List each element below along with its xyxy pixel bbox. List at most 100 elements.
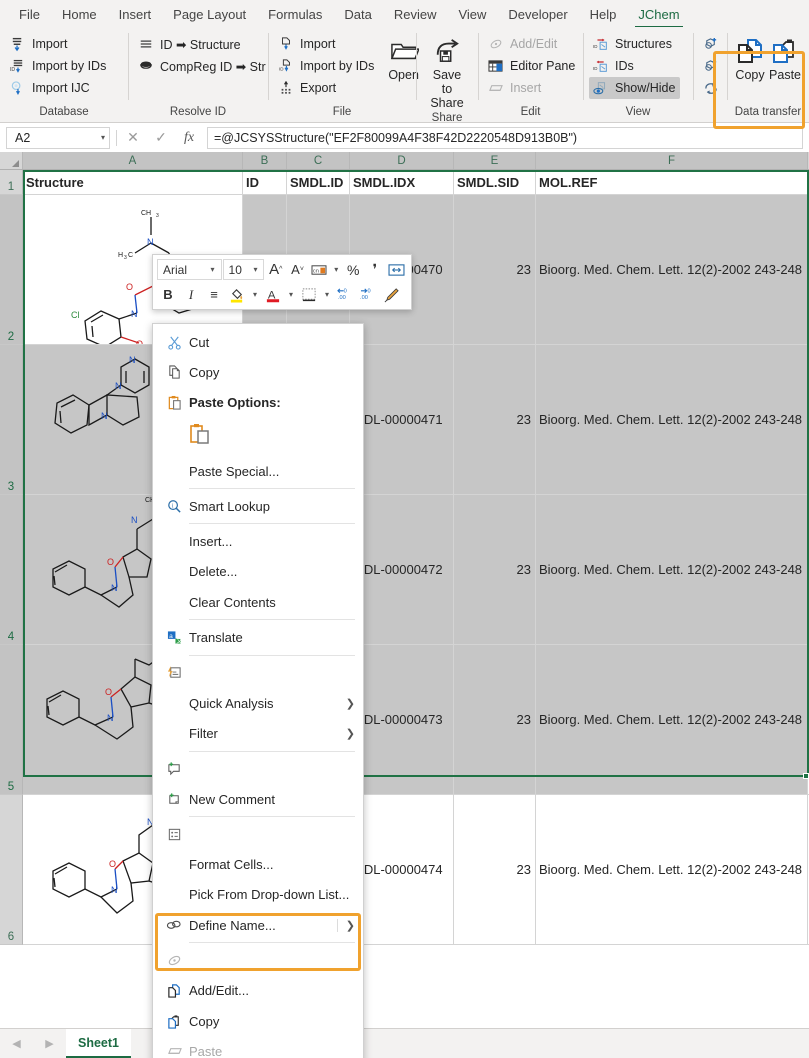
row-header-5[interactable]: 5 <box>0 645 23 795</box>
merge-center-icon[interactable] <box>386 259 407 281</box>
cell-d1[interactable]: SMDL.IDX <box>350 170 454 194</box>
ribbon-tab-insert[interactable]: Insert <box>108 4 163 27</box>
selection-fill-handle[interactable] <box>803 773 809 779</box>
cell-d3[interactable]: MDL-00000471 <box>350 345 454 494</box>
ribbon-button-file-import-by-ids[interactable]: ID Import by IDs <box>274 55 379 77</box>
ribbon-button-editor-pane[interactable]: Editor Pane <box>484 55 580 77</box>
select-all-corner[interactable] <box>0 152 23 169</box>
ribbon-tab-home[interactable]: Home <box>51 4 108 27</box>
context-menu-item-pick-from-dropdown[interactable]: Format Cells... <box>153 849 363 879</box>
cell-f3[interactable]: Bioorg. Med. Chem. Lett. 12(2)-2002 243-… <box>536 345 808 494</box>
chevron-down-icon[interactable]: ▾ <box>331 265 342 274</box>
context-menu-item-jchem-paste[interactable]: Copy <box>153 1006 363 1036</box>
context-menu-item-insert[interactable]: Insert... <box>153 526 363 556</box>
cancel-x-icon[interactable]: ✕ <box>119 127 147 149</box>
context-menu-item-smart-lookup[interactable]: i Smart Lookup <box>153 491 363 521</box>
column-header-d[interactable]: D <box>350 152 454 169</box>
ribbon-tab-help[interactable]: Help <box>579 4 628 27</box>
context-menu-item-format-cells[interactable] <box>153 819 363 849</box>
formula-input[interactable]: =@JCSYSStructure("EF2F80099A4F38F42D2220… <box>207 127 803 149</box>
cell-f6[interactable]: Bioorg. Med. Chem. Lett. 12(2)-2002 243-… <box>536 795 808 944</box>
row-header-3[interactable]: 3 <box>0 345 23 495</box>
cell-e4[interactable]: 23 <box>454 495 536 644</box>
confirm-check-icon[interactable]: ✓ <box>147 127 175 149</box>
format-painter-icon[interactable] <box>380 284 402 306</box>
row-header-1[interactable]: 1 <box>0 170 23 195</box>
chevron-down-icon[interactable]: ▾ <box>249 290 261 299</box>
ribbon-button-file-export[interactable]: Export <box>274 77 379 99</box>
chevron-down-icon[interactable]: ▾ <box>321 290 333 299</box>
context-menu-item-jchem-copy[interactable]: Add/Edit... <box>153 976 363 1006</box>
ribbon-button-paste[interactable]: Paste <box>767 31 803 82</box>
ribbon-tab-review[interactable]: Review <box>383 4 448 27</box>
cell-c1[interactable]: SMDL.ID <box>287 170 350 194</box>
prev-sheet-icon[interactable]: ◀ <box>12 1037 20 1050</box>
chevron-down-icon[interactable]: ▾ <box>285 290 297 299</box>
ribbon-button-save-to-share[interactable]: Save to Share <box>421 31 472 110</box>
chevron-down-icon[interactable]: ▾ <box>207 265 219 274</box>
context-menu-item-sort[interactable]: Filter ❯ <box>153 718 363 748</box>
font-name-combo[interactable]: Arial ▾ <box>157 259 222 280</box>
shrink-font-icon[interactable]: A˅ <box>287 259 308 281</box>
cell-e1[interactable]: SMDL.SID <box>454 170 536 194</box>
ribbon-button-ids[interactable]: ID IDs <box>589 55 680 77</box>
context-menu-item-delete[interactable]: Delete... <box>153 557 363 587</box>
paste-keep-formatting-icon[interactable] <box>189 423 211 450</box>
next-sheet-icon[interactable]: ▶ <box>45 1037 53 1050</box>
cell-f4[interactable]: Bioorg. Med. Chem. Lett. 12(2)-2002 243-… <box>536 495 808 644</box>
row-header-4[interactable]: 4 <box>0 495 23 645</box>
ribbon-button-id-to-structure[interactable]: ID ➡ Structure <box>134 33 271 55</box>
ribbon-button-copy[interactable]: Copy <box>733 31 767 82</box>
cell-a1[interactable]: Structure <box>23 170 243 194</box>
ribbon-tab-developer[interactable]: Developer <box>497 4 578 27</box>
context-menu-item-new-note[interactable]: New Comment <box>153 784 363 814</box>
increase-decimal-icon[interactable]: 0.00 <box>334 284 356 306</box>
name-box[interactable]: A2 ▾ <box>6 127 110 149</box>
context-menu-item-paste-special[interactable]: Paste Special... <box>153 456 363 486</box>
context-menu-item-cut[interactable]: Cut <box>153 327 363 357</box>
borders-icon[interactable] <box>298 284 320 306</box>
ribbon-tab-file[interactable]: File <box>8 4 51 27</box>
chevron-down-icon[interactable]: ▾ <box>249 265 261 274</box>
context-menu-item-clear-contents[interactable]: Clear Contents <box>153 587 363 617</box>
context-menu-item-define-name[interactable]: Pick From Drop-down List... <box>153 880 363 910</box>
cell-d6[interactable]: MDL-00000474 <box>350 795 454 944</box>
ribbon-button-database-import-ijc[interactable]: Import IJC <box>6 77 111 99</box>
italic-icon[interactable]: I <box>180 284 202 306</box>
cell-f5[interactable]: Bioorg. Med. Chem. Lett. 12(2)-2002 243-… <box>536 645 808 794</box>
comma-style-icon[interactable]: ❜ <box>365 259 386 281</box>
ribbon-button-file-import[interactable]: Import <box>274 33 379 55</box>
ribbon-button-database-import[interactable]: Import <box>6 33 111 55</box>
cell-d4[interactable]: MDL-00000472 <box>350 495 454 644</box>
cell-f1[interactable]: MOL.REF <box>536 170 808 194</box>
context-menu-item-link[interactable]: Define Name... ❯ <box>153 910 363 940</box>
font-color-icon[interactable]: A <box>262 284 284 306</box>
column-header-f[interactable]: F <box>536 152 808 169</box>
ribbon-button-database-import-by-ids[interactable]: ID Import by IDs <box>6 55 111 77</box>
cell-e3[interactable]: 23 <box>454 345 536 494</box>
decrease-decimal-icon[interactable]: 0.00 <box>357 284 379 306</box>
context-menu-item-new-comment[interactable] <box>153 754 363 784</box>
grow-font-icon[interactable]: A^ <box>265 259 286 281</box>
ribbon-tab-data[interactable]: Data <box>333 4 382 27</box>
ribbon-button-zoom-in[interactable] <box>699 33 724 55</box>
ribbon-button-structures[interactable]: ID Structures <box>589 33 680 55</box>
column-header-c[interactable]: C <box>287 152 350 169</box>
column-header-b[interactable]: B <box>243 152 287 169</box>
ribbon-button-refresh[interactable] <box>699 77 724 99</box>
row-header-2[interactable]: 2 <box>0 195 23 345</box>
percent-style-icon[interactable]: % <box>343 259 364 281</box>
context-menu-item-quick-analysis[interactable] <box>153 658 363 688</box>
cell-f2[interactable]: Bioorg. Med. Chem. Lett. 12(2)-2002 243-… <box>536 195 808 344</box>
ribbon-button-zoom-out[interactable] <box>699 55 724 77</box>
font-size-combo[interactable]: 10 ▾ <box>223 259 265 280</box>
cell-e5[interactable]: 23 <box>454 645 536 794</box>
context-menu-item-filter[interactable]: Quick Analysis ❯ <box>153 688 363 718</box>
fx-icon[interactable]: fx <box>175 127 203 149</box>
center-align-icon[interactable]: ≡ <box>203 284 225 306</box>
ribbon-tab-page-layout[interactable]: Page Layout <box>162 4 257 27</box>
cell-e2[interactable]: 23 <box>454 195 536 344</box>
fill-color-icon[interactable] <box>226 284 248 306</box>
row-header-6[interactable]: 6 <box>0 795 23 945</box>
chevron-down-icon[interactable]: ▾ <box>101 133 105 142</box>
